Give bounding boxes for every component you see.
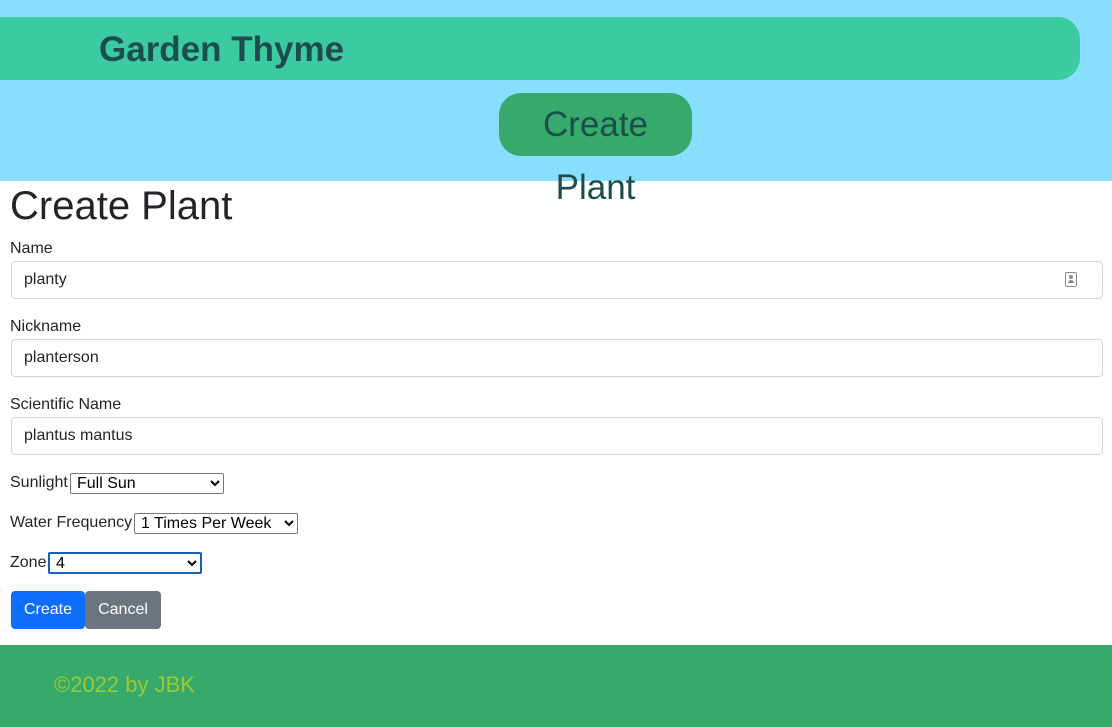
page-title: Create Plant xyxy=(10,184,233,228)
brand-title[interactable]: Garden Thyme xyxy=(99,30,344,70)
scientific-name-label: Scientific Name xyxy=(10,396,122,413)
create-plant-nav-button[interactable]: Create Plant xyxy=(499,93,692,207)
name-input[interactable] xyxy=(11,261,1103,299)
sunlight-select[interactable]: Full Sun xyxy=(70,473,224,494)
sunlight-label: Sunlight xyxy=(10,474,68,491)
nickname-label: Nickname xyxy=(10,318,82,335)
zone-select[interactable]: 4 xyxy=(48,552,202,574)
nickname-input[interactable] xyxy=(11,339,1103,377)
scientific-name-input[interactable] xyxy=(11,417,1103,455)
footer-copyright: ©2022 by JBK xyxy=(54,672,195,697)
water-frequency-select[interactable]: 1 Times Per Week xyxy=(134,513,298,534)
zone-label: Zone xyxy=(10,554,47,571)
name-label: Name xyxy=(10,240,53,257)
water-frequency-label: Water Frequency xyxy=(10,514,133,531)
cancel-button[interactable]: Cancel xyxy=(85,591,161,629)
create-button[interactable]: Create xyxy=(11,591,85,629)
contact-card-icon[interactable] xyxy=(1065,272,1077,287)
